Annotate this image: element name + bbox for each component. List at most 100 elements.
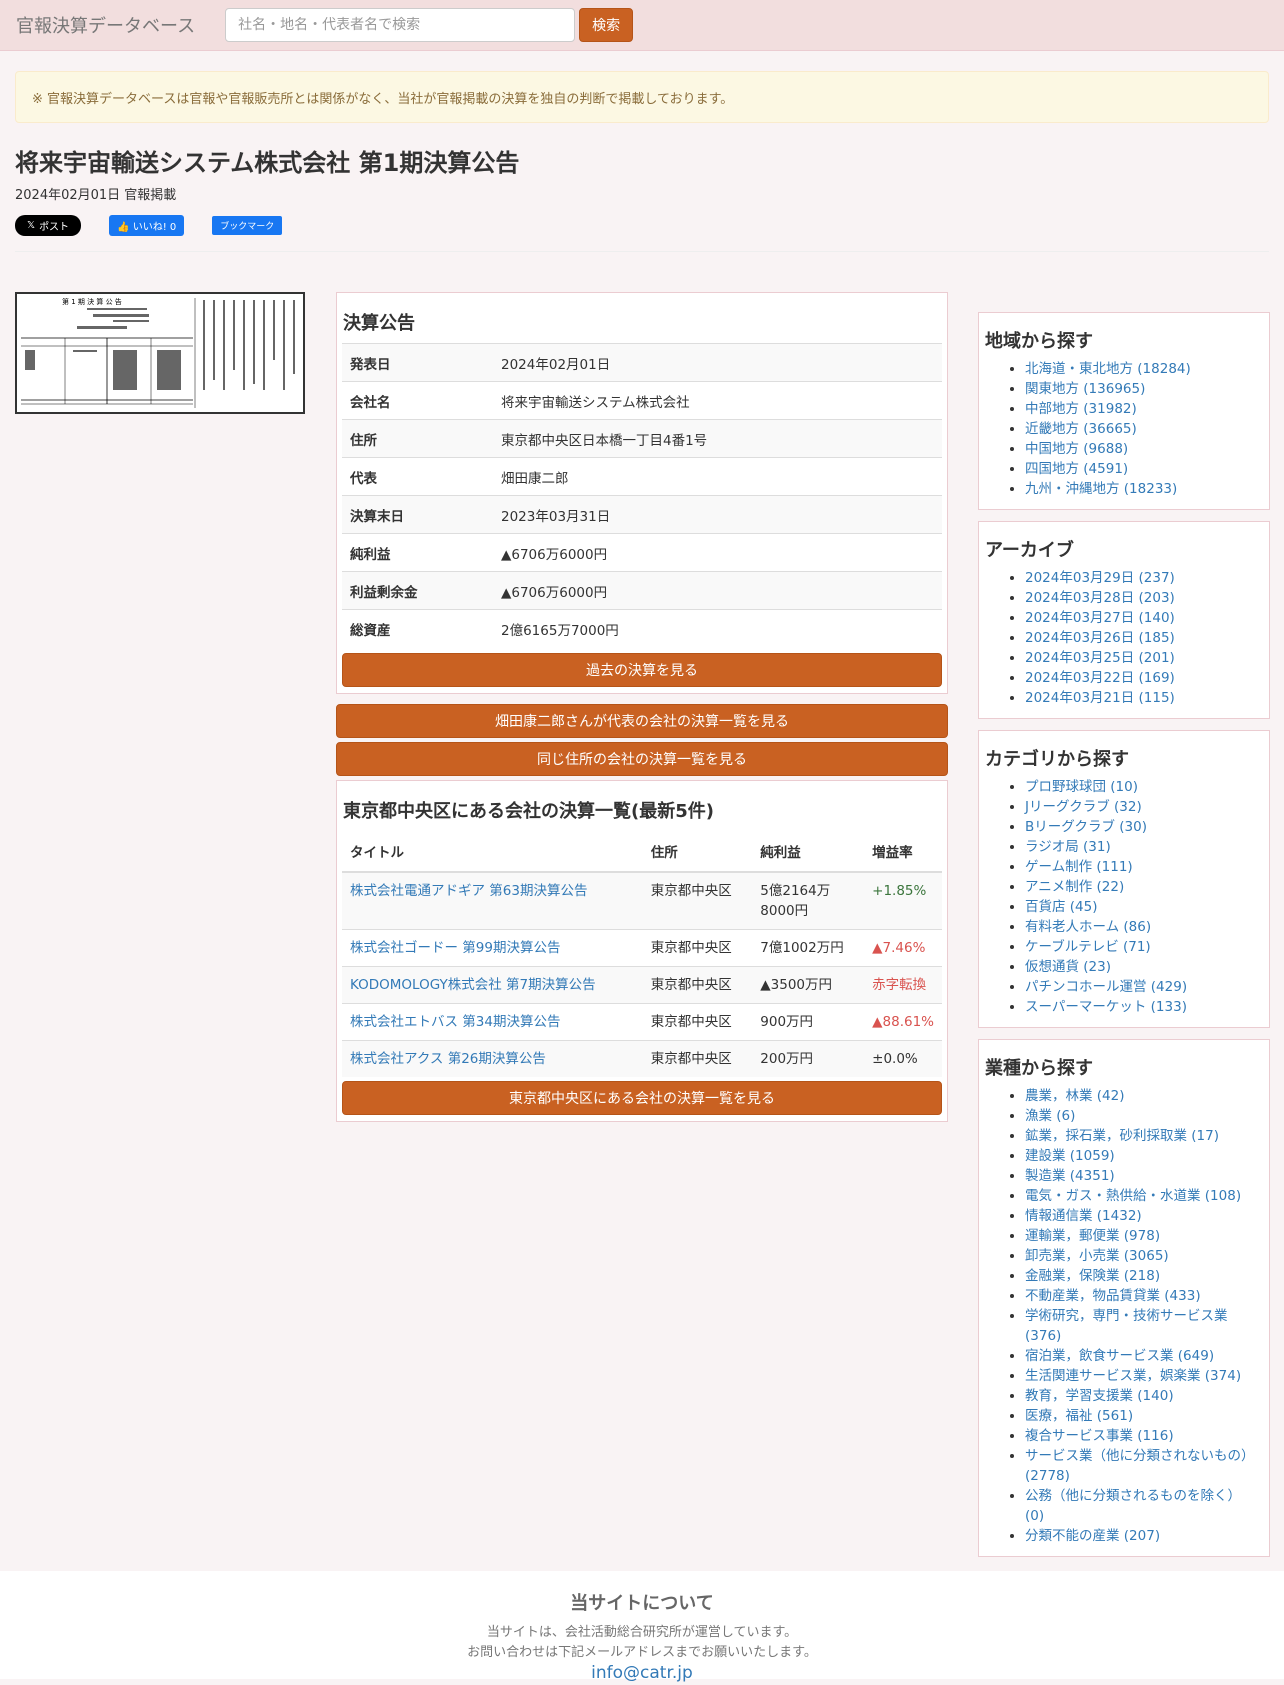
region-link[interactable]: 中国地方 (9688) [1025, 441, 1128, 457]
facebook-like-button[interactable]: 👍 いいね! 0 [109, 214, 185, 236]
list-item: 中部地方 (31982) [1025, 399, 1263, 419]
list-item: 金融業，保険業 (218) [1025, 1266, 1263, 1286]
category-link[interactable]: パチンコホール運営 (429) [1025, 979, 1187, 995]
category-link[interactable]: 有料老人ホーム (86) [1025, 919, 1151, 935]
region-link[interactable]: 四国地方 (4591) [1025, 461, 1128, 477]
report-table: 発表日 2024年02月01日 会社名 将来宇宙輸送システム株式会社 住所 東京都中央区日… [342, 343, 942, 647]
category-link[interactable]: Jリーグクラブ (32) [1025, 799, 1142, 815]
site-brand[interactable]: 官報決算データベース [16, 12, 195, 38]
category-link[interactable]: 百貨店 (45) [1025, 899, 1098, 915]
industry-link[interactable]: 生活関連サービス業，娯楽業 (374) [1025, 1368, 1241, 1384]
list-item: 運輸業，郵便業 (978) [1025, 1226, 1263, 1246]
report-field-label: 総資産 [342, 609, 493, 647]
report-field-value: 2023年03月31日 [493, 495, 942, 534]
industry-link[interactable]: 電気・ガス・熱供給・水道業 (108) [1025, 1188, 1241, 1204]
list-item: 生活関連サービス業，娯楽業 (374) [1025, 1366, 1263, 1386]
search-input[interactable] [225, 8, 576, 42]
report-title-link[interactable]: 株式会社電通アドギア 第63期決算公告 [350, 883, 587, 899]
industry-link[interactable]: 漁業 (6) [1025, 1108, 1075, 1124]
report-title-link[interactable]: 株式会社ゴードー 第99期決算公告 [350, 940, 560, 956]
archive-link[interactable]: 2024年03月29日 (237) [1025, 570, 1175, 586]
industry-link[interactable]: 金融業，保険業 (218) [1025, 1268, 1160, 1284]
industry-link[interactable]: 運輸業，郵便業 (978) [1025, 1228, 1160, 1244]
x-share-button[interactable]: 𝕏 ポスト [15, 214, 82, 236]
region-link[interactable]: 北海道・東北地方 (18284) [1025, 361, 1191, 377]
search-button[interactable]: 検索 [579, 8, 634, 42]
category-link[interactable]: スーパーマーケット (133) [1025, 999, 1187, 1015]
report-title-link[interactable]: 株式会社エトバス 第34期決算公告 [350, 1014, 560, 1030]
industry-link[interactable]: 情報通信業 (1432) [1025, 1208, 1142, 1224]
same-address-button[interactable]: 同じ住所の会社の決算一覧を見る [336, 742, 948, 776]
rate-cell: +1.85% [864, 871, 942, 930]
category-link[interactable]: 仮想通貨 (23) [1025, 959, 1111, 975]
report-row: 住所 東京都中央区日本橋一丁目4番1号 [342, 419, 942, 458]
report-field-label: 発表日 [342, 343, 493, 382]
list-item: 百貨店 (45) [1025, 897, 1263, 917]
report-field-label: 住所 [342, 419, 493, 458]
industry-link[interactable]: 教育，学習支援業 (140) [1025, 1388, 1174, 1404]
area-list-panel: 東京都中央区にある会社の決算一覧(最新5件) タイトル 住所 純利益 増益率 株… [336, 780, 948, 1122]
footer-email-link[interactable]: info@catr.jp [591, 1663, 693, 1683]
list-item: 不動産業，物品賃貸業 (433) [1025, 1286, 1263, 1306]
industry-link[interactable]: サービス業（他に分類されないもの） (2778) [1025, 1448, 1255, 1484]
list-item: ラジオ局 (31) [1025, 837, 1263, 857]
industry-link[interactable]: 建設業 (1059) [1025, 1148, 1115, 1164]
list-item: 漁業 (6) [1025, 1106, 1263, 1126]
category-link[interactable]: プロ野球球団 (10) [1025, 779, 1138, 795]
archive-link[interactable]: 2024年03月27日 (140) [1025, 610, 1175, 626]
profit-cell: 900万円 [752, 1003, 865, 1041]
report-row: 発表日 2024年02月01日 [342, 343, 942, 382]
industry-link[interactable]: 農業，林業 (42) [1025, 1088, 1125, 1104]
list-item: 鉱業，採石業，砂利採取業 (17) [1025, 1126, 1263, 1146]
category-link[interactable]: ケーブルテレビ (71) [1025, 939, 1151, 955]
industry-link[interactable]: 不動産業，物品賃貸業 (433) [1025, 1288, 1201, 1304]
list-item: 建設業 (1059) [1025, 1146, 1263, 1166]
category-link[interactable]: Bリーグクラブ (30) [1025, 819, 1147, 835]
region-link[interactable]: 九州・沖縄地方 (18233) [1025, 481, 1177, 497]
representative-companies-button[interactable]: 畑田康二郎さんが代表の会社の決算一覧を見る [336, 704, 948, 738]
address-cell: 東京都中央区 [642, 1003, 753, 1041]
list-item: 教育，学習支援業 (140) [1025, 1386, 1263, 1406]
category-link[interactable]: ゲーム制作 (111) [1025, 859, 1133, 875]
list-item: 農業，林業 (42) [1025, 1086, 1263, 1106]
list-item: 宿泊業，飲食サービス業 (649) [1025, 1346, 1263, 1366]
industry-link[interactable]: 宿泊業，飲食サービス業 (649) [1025, 1348, 1214, 1364]
industry-link[interactable]: 卸売業，小売業 (3065) [1025, 1248, 1169, 1264]
svg-text:第 1 期 決 算 公 告: 第 1 期 決 算 公 告 [62, 297, 122, 306]
region-link[interactable]: 中部地方 (31982) [1025, 401, 1137, 417]
past-reports-button[interactable]: 過去の決算を見る [342, 653, 942, 687]
gazette-thumbnail[interactable]: 第 1 期 決 算 公 告 [15, 292, 305, 414]
region-link[interactable]: 関東地方 (136965) [1025, 381, 1145, 397]
list-item: 2024年03月28日 (203) [1025, 588, 1263, 608]
archive-link[interactable]: 2024年03月21日 (115) [1025, 690, 1175, 706]
category-link[interactable]: アニメ制作 (22) [1025, 879, 1124, 895]
report-row: 決算末日 2023年03月31日 [342, 495, 942, 534]
region-link[interactable]: 近畿地方 (36665) [1025, 421, 1137, 437]
title-cell: 株式会社電通アドギア 第63期決算公告 [342, 871, 643, 930]
industry-link[interactable]: 複合サービス事業 (116) [1025, 1428, 1174, 1444]
column-header-rate: 増益率 [864, 831, 942, 873]
archive-link[interactable]: 2024年03月25日 (201) [1025, 650, 1175, 666]
report-row: 利益剰余金 ▲6706万6000円 [342, 571, 942, 610]
hatena-bookmark-button[interactable]: ブックマーク [212, 215, 283, 235]
industry-link[interactable]: 学術研究，専門・技術サービス業 (376) [1025, 1308, 1228, 1344]
list-item: Jリーグクラブ (32) [1025, 797, 1263, 817]
archive-link[interactable]: 2024年03月28日 (203) [1025, 590, 1175, 606]
report-row: 純利益 ▲6706万6000円 [342, 533, 942, 572]
report-title-link[interactable]: 株式会社アクス 第26期決算公告 [350, 1051, 546, 1067]
industry-link[interactable]: 鉱業，採石業，砂利採取業 (17) [1025, 1128, 1219, 1144]
industry-link[interactable]: 分類不能の産業 (207) [1025, 1528, 1160, 1544]
industry-link[interactable]: 製造業 (4351) [1025, 1168, 1115, 1184]
category-link[interactable]: ラジオ局 (31) [1025, 839, 1111, 855]
archive-link[interactable]: 2024年03月26日 (185) [1025, 630, 1175, 646]
report-title-link[interactable]: KODOMOLOGY株式会社 第7期決算公告 [350, 977, 596, 993]
archive-link[interactable]: 2024年03月22日 (169) [1025, 670, 1175, 686]
area-list-more-button[interactable]: 東京都中央区にある会社の決算一覧を見る [342, 1081, 942, 1115]
report-field-value: 将来宇宙輸送システム株式会社 [493, 381, 942, 420]
industry-link[interactable]: 公務（他に分類されるものを除く） (0) [1025, 1488, 1241, 1524]
publish-date: 2024年02月01日 官報掲載 [15, 188, 177, 203]
report-field-label: 純利益 [342, 533, 493, 572]
industry-link[interactable]: 医療，福祉 (561) [1025, 1408, 1133, 1424]
list-item: 関東地方 (136965) [1025, 379, 1263, 399]
share-buttons: 𝕏 ポスト 👍 いいね! 0 ブックマーク [15, 213, 1269, 237]
